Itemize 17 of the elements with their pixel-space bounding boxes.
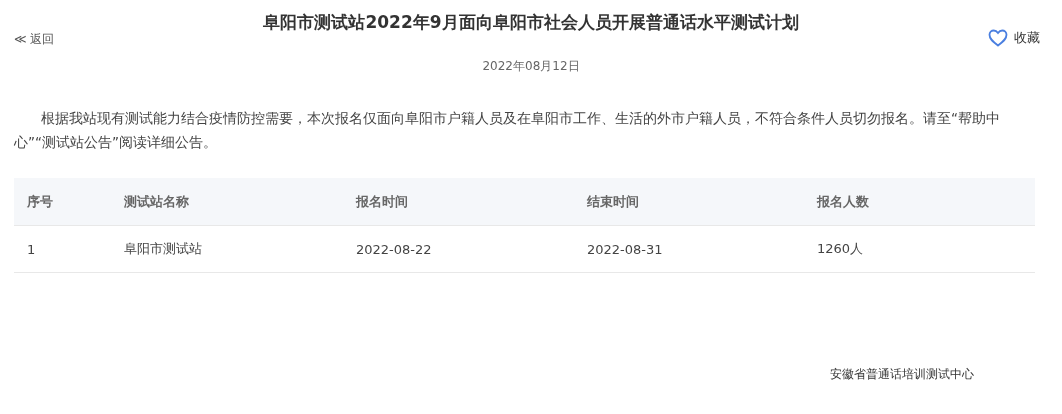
footer-text: 安徽省普通话培训测试中心 — [830, 366, 974, 383]
favorite-button[interactable]: 收藏 — [988, 29, 1040, 47]
column-header: 报名人数 — [804, 178, 1035, 226]
table-cell: 2022-08-22 — [343, 225, 574, 273]
publish-date: 2022年08月12日 — [482, 59, 580, 73]
heart-icon — [988, 29, 1008, 47]
notice-paragraph: 根据我站现有测试能力结合疫情防控需要，本次报名仅面向阜阳市户籍人员及在阜阳市工作、生活的外市户籍人员，不符合条件人员切勿报名。请至“帮助中心”“测试站公告”阅读详细公告。 — [14, 109, 1001, 152]
table-cell: 1 — [14, 225, 111, 273]
table-cell: 2022-08-31 — [574, 225, 804, 273]
column-header: 测试站名称 — [111, 178, 343, 226]
column-header: 报名时间 — [343, 178, 574, 226]
page-title: 阜阳市测试站2022年9月面向阜阳市社会人员开展普通话水平测试计划 — [263, 12, 799, 32]
column-header: 结束时间 — [574, 178, 804, 226]
table-cell: 阜阳市测试站 — [111, 225, 343, 273]
column-header: 序号 — [14, 178, 111, 226]
table-cell: 1260人 — [804, 225, 1035, 273]
back-link[interactable]: ≪ 返回 — [14, 31, 55, 48]
